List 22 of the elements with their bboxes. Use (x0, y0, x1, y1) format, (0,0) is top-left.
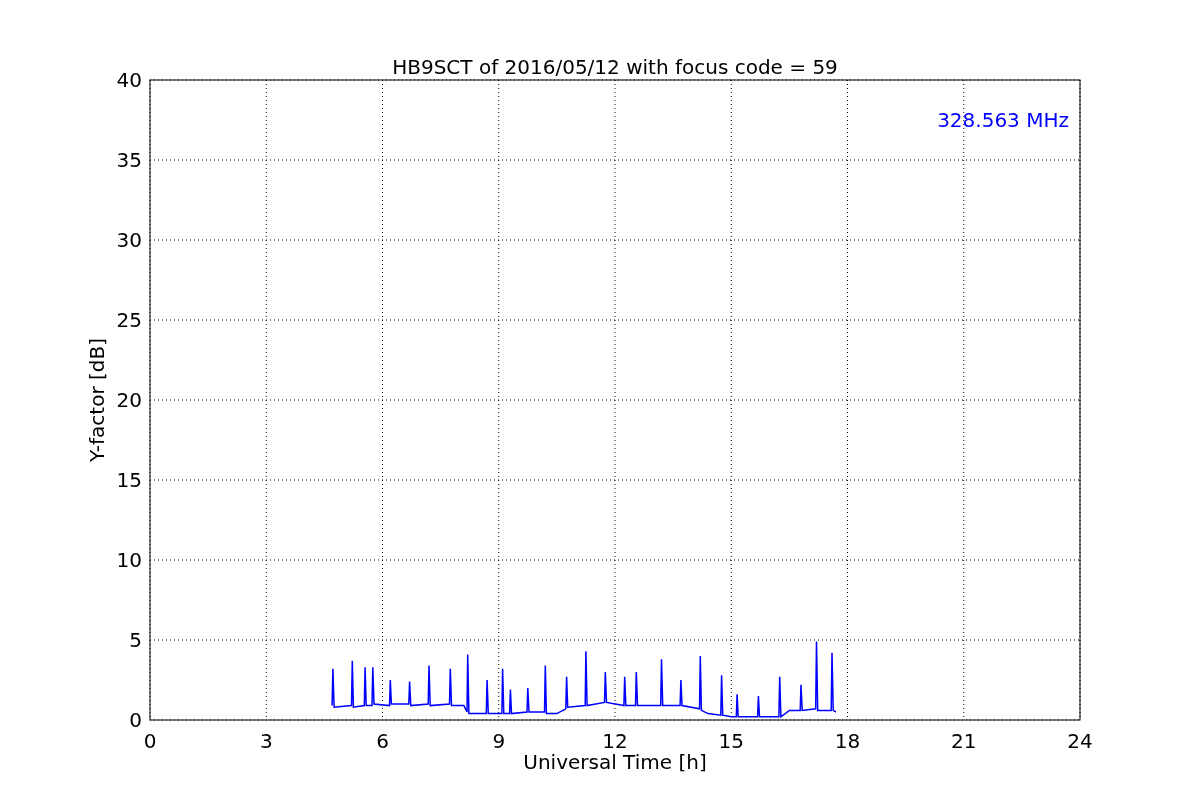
x-tick-label: 12 (602, 729, 628, 753)
chart-title: HB9SCT of 2016/05/12 with focus code = 59 (392, 55, 838, 79)
frequency-annotation: 328.563 MHz (937, 108, 1069, 132)
y-tick-label: 10 (116, 548, 142, 572)
y-tick-label: 35 (116, 148, 142, 172)
y-tick-label: 20 (116, 388, 142, 412)
y-tick-label: 25 (116, 308, 142, 332)
y-tick-label: 30 (116, 228, 142, 252)
y-tick-label: 5 (129, 628, 142, 652)
x-axis-label: Universal Time [h] (523, 750, 707, 774)
x-tick-label: 0 (143, 729, 157, 753)
y-tick-label: 40 (116, 68, 142, 92)
y-tick-label: 0 (129, 708, 142, 732)
x-tick-label: 15 (718, 729, 744, 753)
y-axis-label: Y-factor [dB] (85, 338, 109, 462)
x-tick-label: 9 (492, 729, 506, 753)
x-tick-label: 21 (951, 729, 977, 753)
x-tick-label: 6 (376, 729, 389, 753)
x-tick-label: 3 (259, 729, 273, 753)
y-tick-label: 15 (116, 468, 142, 492)
x-tick-label: 24 (1067, 729, 1093, 753)
x-tick-label: 18 (834, 729, 861, 753)
